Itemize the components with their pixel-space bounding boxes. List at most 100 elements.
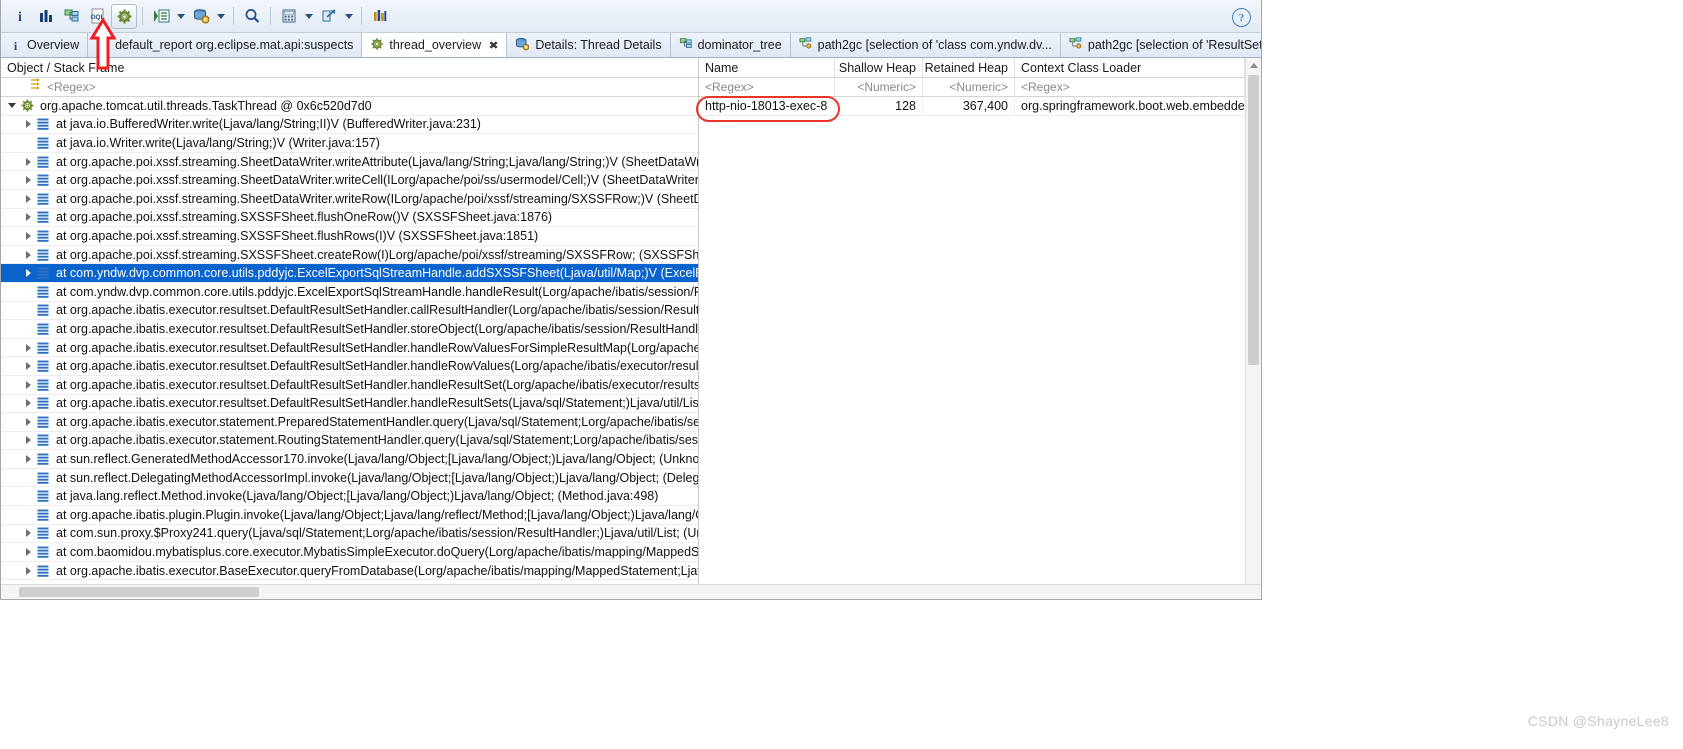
screenshot-root: i OQL i Overview default_report org.ecli… — [0, 0, 1683, 749]
column-filter[interactable]: <Regex> — [699, 77, 835, 97]
stack-frame-icon — [35, 284, 51, 300]
column-header[interactable]: Shallow Heap — [835, 58, 923, 78]
dominator-tree-icon[interactable] — [59, 4, 85, 29]
column-filter[interactable]: <Numeric> — [835, 77, 923, 97]
chevron-right-icon[interactable] — [21, 246, 35, 264]
vertical-scrollbar[interactable] — [1245, 58, 1261, 599]
tree-row-label: at java.io.Writer.write(Ljava/lang/Strin… — [56, 135, 380, 150]
chevron-right-icon[interactable] — [21, 357, 35, 375]
tree-twisty-placeholder — [21, 301, 35, 319]
horizontal-scrollbar[interactable] — [1, 584, 1261, 599]
search-icon[interactable] — [239, 4, 265, 29]
tab-overview[interactable]: i Overview — [1, 33, 89, 57]
tree-twisty-placeholder — [21, 506, 35, 524]
thread-icon — [19, 98, 35, 114]
tab-path2gc-class[interactable]: path2gc [selection of 'class com.yndw.dv… — [790, 33, 1061, 57]
tree-row[interactable]: at org.apache.ibatis.executor.resultset.… — [1, 339, 698, 358]
tab-default-report[interactable]: default_report org.eclipse.mat.api:suspe… — [88, 33, 363, 57]
chevron-right-icon[interactable] — [21, 227, 35, 245]
table-cell: 367,400 — [923, 97, 1015, 116]
tree-row[interactable]: at org.apache.ibatis.plugin.Plugin.invok… — [1, 506, 698, 525]
tree-row[interactable]: at com.yndw.dvp.common.core.utils.pddyjc… — [1, 283, 698, 302]
help-icon[interactable]: ? — [1232, 8, 1251, 27]
tree-row[interactable]: at org.apache.ibatis.executor.resultset.… — [1, 376, 698, 395]
export-icon[interactable] — [316, 4, 342, 29]
chevron-right-icon[interactable] — [21, 543, 35, 561]
tree-row[interactable]: at org.apache.ibatis.executor.resultset.… — [1, 395, 698, 414]
vertical-scrollbar-thumb[interactable] — [1248, 75, 1259, 365]
chevron-right-icon[interactable] — [21, 190, 35, 208]
stack-frame-icon — [35, 154, 51, 170]
info-icon[interactable]: i — [7, 4, 33, 29]
tree-row[interactable]: at org.apache.poi.xssf.streaming.SXSSFSh… — [1, 246, 698, 265]
chevron-right-icon[interactable] — [21, 413, 35, 431]
tree-row[interactable]: at org.apache.ibatis.executor.statement.… — [1, 432, 698, 451]
thread-overview-icon[interactable] — [111, 3, 137, 29]
column-header[interactable]: Retained Heap — [923, 58, 1015, 78]
tree-row[interactable]: at org.apache.ibatis.executor.resultset.… — [1, 357, 698, 376]
tree-row-label: org.apache.tomcat.util.threads.TaskThrea… — [40, 98, 372, 113]
chevron-right-icon[interactable] — [21, 115, 35, 133]
tab-label: thread_overview — [389, 38, 482, 52]
scroll-up-arrow-icon[interactable] — [1246, 58, 1261, 73]
stack-frame-icon — [35, 451, 51, 467]
chevron-right-icon[interactable] — [21, 376, 35, 394]
chevron-right-icon[interactable] — [21, 562, 35, 580]
column-header[interactable]: Name — [699, 58, 835, 78]
chevron-down-icon[interactable] — [5, 97, 19, 115]
tree-row[interactable]: at org.apache.ibatis.executor.resultset.… — [1, 320, 698, 339]
run-expert-system-dropdown-icon[interactable] — [174, 4, 188, 29]
calculator-icon[interactable] — [276, 4, 302, 29]
column-object-stack-frame[interactable]: Object / Stack Frame — [1, 58, 698, 78]
tree-row[interactable]: at com.yndw.dvp.common.core.utils.pddyjc… — [1, 264, 698, 283]
tab-thread-overview[interactable]: thread_overview ✖ — [362, 33, 508, 57]
thread-details-rows[interactable]: http-nio-18013-exec-8 128 367,400 org.sprin… — [699, 97, 1261, 599]
oql-icon[interactable]: OQL — [85, 4, 111, 29]
column-filter[interactable]: <Numeric> — [923, 77, 1015, 97]
tab-dominator-tree[interactable]: dominator_tree — [670, 33, 791, 57]
tree-row[interactable]: at sun.reflect.GeneratedMethodAccessor17… — [1, 450, 698, 469]
tree-row[interactable]: at org.apache.poi.xssf.streaming.SheetDa… — [1, 153, 698, 172]
tree-row[interactable]: org.apache.tomcat.util.threads.TaskThrea… — [1, 97, 698, 116]
tree-row[interactable]: at org.apache.poi.xssf.streaming.SheetDa… — [1, 171, 698, 190]
tree-row[interactable]: at org.apache.poi.xssf.streaming.SheetDa… — [1, 190, 698, 209]
chevron-right-icon[interactable] — [21, 171, 35, 189]
left-filter-cell[interactable]: <Regex> — [1, 78, 698, 97]
chevron-right-icon[interactable] — [21, 450, 35, 468]
chevron-right-icon[interactable] — [21, 208, 35, 226]
tree-row[interactable]: at java.io.BufferedWriter.write(Ljava/la… — [1, 116, 698, 135]
tree-row[interactable]: at org.apache.poi.xssf.streaming.SXSSFSh… — [1, 227, 698, 246]
tree-row[interactable]: at org.apache.ibatis.executor.statement.… — [1, 413, 698, 432]
query-browser-icon[interactable] — [188, 4, 214, 29]
chevron-right-icon[interactable] — [21, 339, 35, 357]
calculator-dropdown-icon[interactable] — [302, 4, 316, 29]
column-filter[interactable]: <Regex> — [1015, 77, 1245, 97]
tree-row[interactable]: at com.sun.proxy.$Proxy241.query(Ljava/s… — [1, 525, 698, 544]
column-header[interactable]: Context Class Loader — [1015, 58, 1245, 78]
compare-icon[interactable] — [367, 4, 393, 29]
chevron-right-icon[interactable] — [21, 264, 35, 282]
tree-row[interactable]: at org.apache.ibatis.executor.resultset.… — [1, 302, 698, 321]
stack-frame-tree[interactable]: org.apache.tomcat.util.threads.TaskThrea… — [1, 97, 698, 599]
chevron-right-icon[interactable] — [21, 524, 35, 542]
histogram-icon[interactable] — [33, 4, 59, 29]
query-browser-dropdown-icon[interactable] — [214, 4, 228, 29]
chevron-right-icon[interactable] — [21, 153, 35, 171]
stack-frame-icon — [35, 525, 51, 541]
close-icon[interactable]: ✖ — [489, 39, 499, 52]
tree-row[interactable]: at java.io.Writer.write(Ljava/lang/Strin… — [1, 134, 698, 153]
tree-row[interactable]: at sun.reflect.DelegatingMethodAccessorI… — [1, 469, 698, 488]
tree-row[interactable]: at org.apache.poi.xssf.streaming.SXSSFSh… — [1, 209, 698, 228]
tree-row[interactable]: at org.apache.ibatis.executor.BaseExecut… — [1, 562, 698, 581]
run-expert-system-icon[interactable] — [148, 4, 174, 29]
table-row[interactable]: http-nio-18013-exec-8 128 367,400 org.sprin… — [699, 97, 1261, 116]
chevron-right-icon[interactable] — [21, 431, 35, 449]
export-dropdown-icon[interactable] — [342, 4, 356, 29]
tree-row[interactable]: at java.lang.reflect.Method.invoke(Ljava… — [1, 487, 698, 507]
tree-row[interactable]: at com.baomidou.mybatisplus.core.executo… — [1, 543, 698, 562]
chevron-right-icon[interactable] — [21, 394, 35, 412]
tab-path2gc-resultsetimpl[interactable]: path2gc [selection of 'ResultSetImpl @ 0… — [1060, 33, 1261, 57]
tab-details-thread-details[interactable]: Details: Thread Details — [507, 33, 671, 57]
stack-frame-icon — [35, 265, 51, 281]
horizontal-scrollbar-thumb[interactable] — [19, 587, 259, 597]
